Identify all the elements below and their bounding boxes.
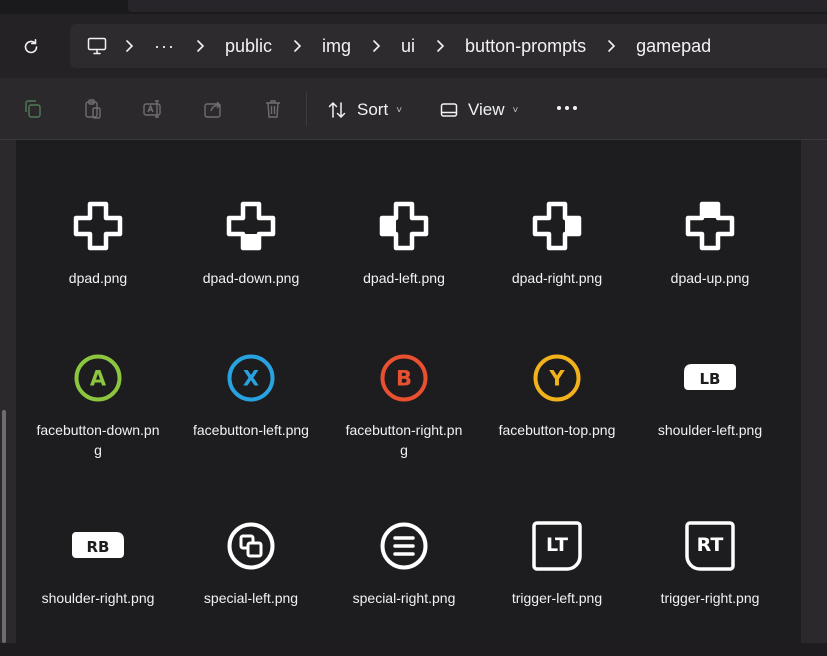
file-item[interactable]: dpad-left.png [328, 186, 480, 336]
share-icon[interactable] [201, 97, 225, 121]
navigation-pane [0, 140, 16, 643]
file-name: facebutton-left.png [193, 422, 309, 438]
shoulder-rb-icon: RB [70, 518, 126, 574]
breadcrumb-img[interactable]: img [318, 36, 355, 57]
refresh-button[interactable] [16, 32, 46, 62]
file-name: dpad-down.png [202, 270, 300, 286]
breadcrumb-public[interactable]: public [221, 36, 276, 57]
chevron-down-icon: ˅ [512, 104, 519, 116]
sort-label: Sort [357, 100, 389, 119]
details-pane-edge [801, 140, 827, 643]
file-name: dpad-left.png [363, 270, 445, 286]
facebutton-x-icon: X [223, 350, 279, 406]
file-item[interactable]: dpad.png [22, 186, 174, 336]
breadcrumb-overflow[interactable]: ··· [150, 36, 179, 57]
dpad-up-icon [682, 198, 738, 254]
file-item[interactable]: B facebutton-right.png [328, 338, 480, 488]
file-name: shoulder-left.png [657, 422, 763, 438]
sort-icon [328, 101, 346, 119]
file-item[interactable]: dpad-right.png [481, 186, 633, 336]
file-name: dpad.png [68, 270, 128, 286]
shoulder-lb-icon: LB [682, 350, 738, 406]
address-bar[interactable]: ··· public img ui button-prompts gamepad [70, 24, 827, 68]
view-label: View [468, 100, 505, 119]
more-options-button[interactable] [554, 96, 580, 120]
window-top-strip [0, 0, 827, 14]
file-name: shoulder-right.png [41, 590, 155, 606]
dpad-left-icon [376, 198, 432, 254]
file-item[interactable]: X facebutton-left.png [175, 338, 327, 488]
dpad-down-icon [223, 198, 279, 254]
facebutton-b-icon: B [376, 350, 432, 406]
refresh-icon [24, 39, 38, 54]
file-name: special-right.png [352, 590, 456, 606]
breadcrumb-gamepad[interactable]: gamepad [632, 36, 715, 57]
paste-icon[interactable] [81, 97, 105, 121]
more-dot [557, 106, 561, 110]
trigger-glyph: RT [697, 534, 724, 556]
shoulder-glyph: RB [87, 538, 110, 556]
breadcrumb-chevron-icon[interactable] [118, 36, 140, 56]
view-icon [440, 103, 458, 117]
dpad-right-icon [529, 198, 585, 254]
file-item[interactable]: LT trigger-left.png [481, 506, 633, 656]
file-name: trigger-right.png [660, 590, 760, 606]
file-item[interactable]: dpad-up.png [634, 186, 786, 336]
sort-button[interactable]: Sort ˅ [327, 96, 402, 124]
shoulder-glyph: LB [700, 370, 721, 388]
tab-strip [128, 0, 827, 12]
file-name: trigger-left.png [511, 590, 603, 606]
file-item[interactable]: special-left.png [175, 506, 327, 656]
special-left-icon [223, 518, 279, 574]
navigation-row: ··· public img ui button-prompts gamepad [0, 14, 827, 78]
file-name: facebutton-down.png [36, 422, 160, 458]
special-right-icon [376, 518, 432, 574]
rename-icon[interactable] [141, 97, 165, 121]
delete-icon[interactable] [261, 97, 285, 121]
facebutton-y-icon: Y [529, 350, 585, 406]
facebutton-glyph: Y [548, 367, 565, 391]
facebutton-a-icon: A [70, 350, 126, 406]
file-grid: dpad.png dpad-down.png dpad-left.png dpa… [16, 140, 801, 643]
navigation-scrollbar[interactable] [2, 410, 6, 643]
facebutton-glyph: X [243, 367, 259, 391]
trigger-lt-icon: LT [529, 518, 585, 574]
breadcrumb-ui[interactable]: ui [397, 36, 419, 57]
this-pc-icon[interactable] [86, 35, 108, 57]
breadcrumb-chevron-icon[interactable] [600, 36, 622, 56]
facebutton-glyph: B [396, 367, 412, 391]
breadcrumb-chevron-icon[interactable] [189, 36, 211, 56]
chevron-down-icon: ˅ [396, 104, 403, 116]
file-item[interactable]: RB shoulder-right.png [22, 506, 174, 656]
toolbar-divider [306, 92, 307, 126]
file-item[interactable]: RT trigger-right.png [634, 506, 786, 656]
breadcrumb-chevron-icon[interactable] [429, 36, 451, 56]
copy-icon[interactable] [21, 97, 45, 121]
breadcrumb-chevron-icon[interactable] [286, 36, 308, 56]
breadcrumb-button-prompts[interactable]: button-prompts [461, 36, 590, 57]
breadcrumb-chevron-icon[interactable] [365, 36, 387, 56]
file-item[interactable]: A facebutton-down.png [22, 338, 174, 488]
file-name: facebutton-right.png [345, 422, 463, 458]
file-name: special-left.png [203, 590, 299, 606]
trigger-glyph: LT [546, 534, 568, 556]
view-button[interactable]: View ˅ [440, 96, 518, 124]
more-dot [565, 106, 569, 110]
facebutton-glyph: A [90, 367, 107, 391]
file-name: dpad-up.png [670, 270, 750, 286]
file-name: facebutton-top.png [498, 422, 616, 438]
file-item[interactable]: dpad-down.png [175, 186, 327, 336]
file-item[interactable]: LB shoulder-left.png [634, 338, 786, 488]
trigger-rt-icon: RT [682, 518, 738, 574]
command-bar: Sort ˅ View ˅ [0, 78, 827, 140]
file-name: dpad-right.png [511, 270, 603, 286]
file-item[interactable]: special-right.png [328, 506, 480, 656]
more-dot [573, 106, 577, 110]
dpad-icon [70, 198, 126, 254]
file-item[interactable]: Y facebutton-top.png [481, 338, 633, 488]
